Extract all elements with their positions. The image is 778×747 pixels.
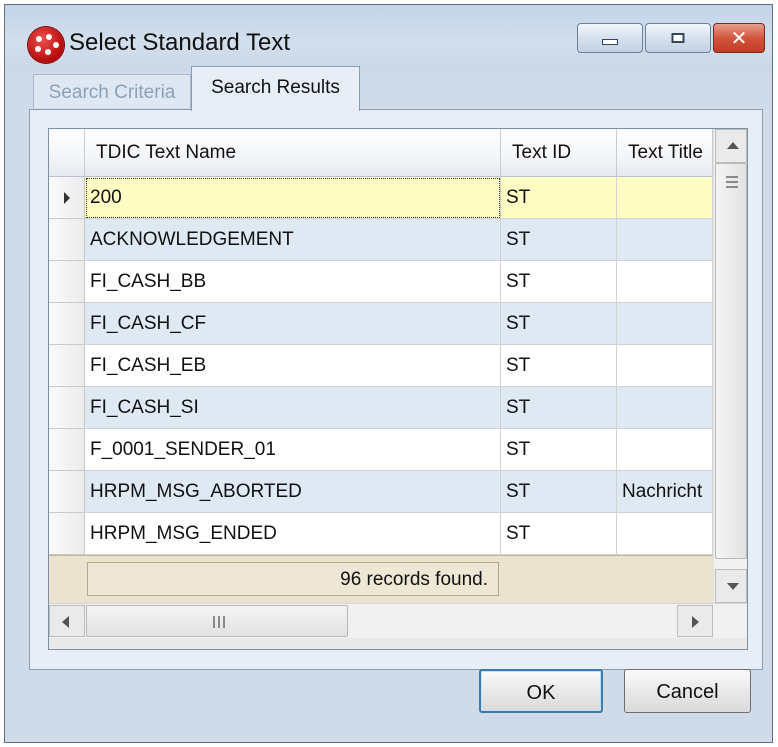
cell-text-id[interactable]: ST bbox=[501, 177, 617, 219]
cell-text-id[interactable]: ST bbox=[501, 429, 617, 471]
vertical-scrollbar[interactable] bbox=[713, 129, 747, 603]
scroll-right-icon bbox=[692, 616, 699, 628]
cell-text-name[interactable]: FI_CASH_SI bbox=[85, 387, 501, 429]
column-header-tdic-text-name[interactable]: TDIC Text Name bbox=[85, 129, 501, 177]
window-title: Select Standard Text bbox=[69, 29, 291, 56]
cell-text-name[interactable]: FI_CASH_EB bbox=[85, 345, 501, 387]
row-header[interactable] bbox=[49, 387, 85, 429]
results-grid: TDIC Text Name Text ID Text Title 200 ST… bbox=[48, 128, 748, 650]
scroll-right-button[interactable] bbox=[677, 605, 713, 637]
cell-text-title[interactable] bbox=[617, 387, 713, 429]
title-bar[interactable]: Select Standard Text ✕ bbox=[5, 5, 772, 71]
cell-text-name[interactable]: FI_CASH_BB bbox=[85, 261, 501, 303]
cell-text-name[interactable]: FI_CASH_CF bbox=[85, 303, 501, 345]
header-corner bbox=[49, 129, 85, 177]
row-header[interactable] bbox=[49, 261, 85, 303]
cell-text-title[interactable] bbox=[617, 177, 713, 219]
maximize-button[interactable] bbox=[645, 23, 711, 53]
scroll-left-icon bbox=[62, 616, 69, 628]
cell-text-name[interactable]: HRPM_MSG_ABORTED bbox=[85, 471, 501, 513]
close-icon: ✕ bbox=[730, 26, 748, 50]
vertical-scroll-thumb[interactable] bbox=[715, 163, 747, 559]
column-header-text-title[interactable]: Text Title bbox=[617, 129, 713, 177]
cell-text-title[interactable] bbox=[617, 303, 713, 345]
cell-text-title[interactable] bbox=[617, 513, 713, 555]
cell-text-name[interactable]: ACKNOWLEDGEMENT bbox=[85, 219, 501, 261]
scroll-down-button[interactable] bbox=[715, 569, 747, 603]
row-pointer-icon bbox=[64, 192, 70, 204]
minimize-icon bbox=[602, 39, 618, 45]
tab-search-criteria[interactable]: Search Criteria bbox=[33, 74, 191, 108]
cell-text-id[interactable]: ST bbox=[501, 513, 617, 555]
cell-text-title[interactable]: Nachricht bbox=[617, 471, 713, 513]
cell-text-name[interactable]: HRPM_MSG_ENDED bbox=[85, 513, 501, 555]
cell-text-name[interactable]: 200 bbox=[85, 177, 501, 219]
scroll-left-button[interactable] bbox=[49, 605, 85, 637]
row-header[interactable] bbox=[49, 429, 85, 471]
cancel-button[interactable]: Cancel bbox=[624, 669, 751, 713]
row-header[interactable] bbox=[49, 177, 85, 219]
cell-text-name[interactable]: F_0001_SENDER_01 bbox=[85, 429, 501, 471]
horizontal-scroll-thumb[interactable] bbox=[86, 605, 348, 637]
row-header[interactable] bbox=[49, 471, 85, 513]
cell-text-id[interactable]: ST bbox=[501, 219, 617, 261]
app-icon bbox=[28, 27, 64, 63]
horizontal-scrollbar[interactable] bbox=[49, 603, 747, 638]
minimize-button[interactable] bbox=[577, 23, 643, 53]
cell-text-id[interactable]: ST bbox=[501, 471, 617, 513]
grid-footer: 96 records found. bbox=[49, 555, 713, 604]
row-header[interactable] bbox=[49, 513, 85, 555]
maximize-icon bbox=[671, 33, 685, 43]
cell-text-title[interactable] bbox=[617, 261, 713, 303]
row-header[interactable] bbox=[49, 345, 85, 387]
cell-text-title[interactable] bbox=[617, 345, 713, 387]
scroll-down-icon bbox=[727, 583, 739, 590]
records-found-label: 96 records found. bbox=[87, 562, 499, 596]
close-button[interactable]: ✕ bbox=[713, 23, 765, 53]
row-header[interactable] bbox=[49, 303, 85, 345]
cell-text-id[interactable]: ST bbox=[501, 387, 617, 429]
scroll-up-button[interactable] bbox=[715, 129, 747, 163]
row-header[interactable] bbox=[49, 219, 85, 261]
cell-text-id[interactable]: ST bbox=[501, 303, 617, 345]
column-header-text-id[interactable]: Text ID bbox=[501, 129, 617, 177]
cell-text-title[interactable] bbox=[617, 429, 713, 471]
cell-text-id[interactable]: ST bbox=[501, 345, 617, 387]
cell-text-id[interactable]: ST bbox=[501, 261, 617, 303]
cell-text-title[interactable] bbox=[617, 219, 713, 261]
tab-search-results[interactable]: Search Results bbox=[191, 66, 360, 111]
scroll-up-icon bbox=[727, 142, 739, 149]
ok-button[interactable]: OK bbox=[479, 669, 603, 713]
